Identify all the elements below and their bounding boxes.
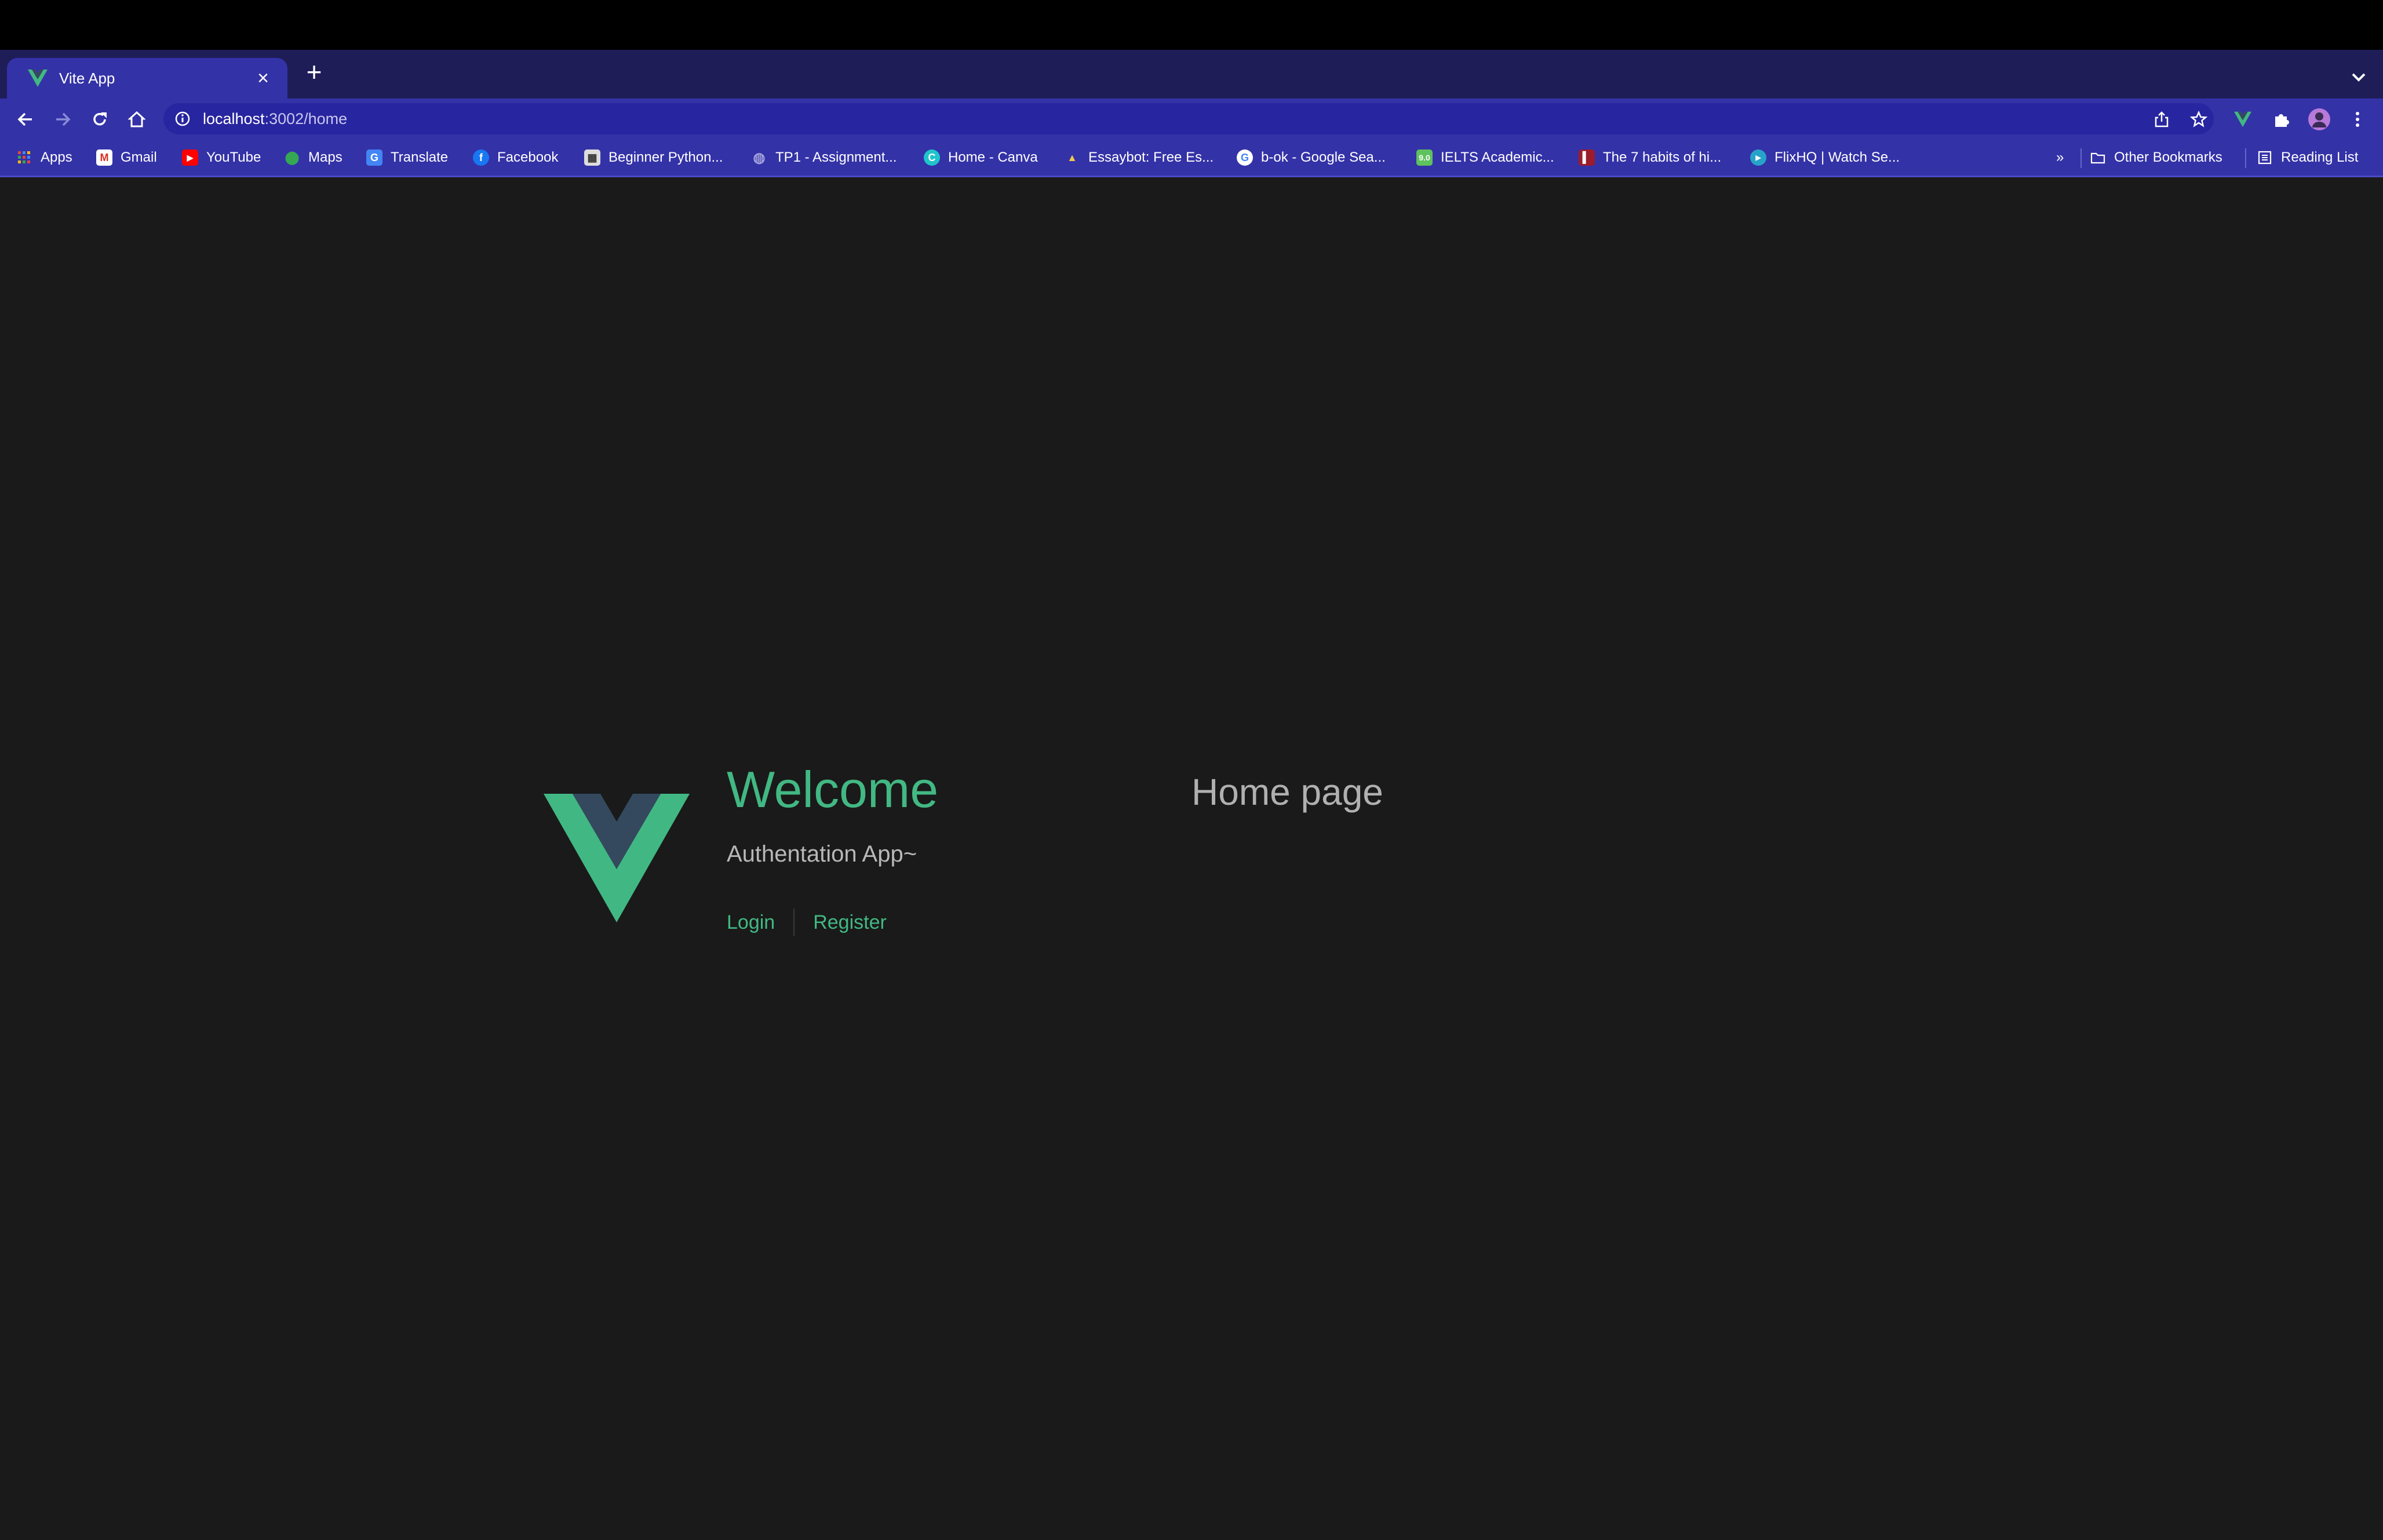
bookmark-tp1-assignment[interactable]: ◍ TP1 - Assignment...	[751, 145, 897, 170]
bookmark-ielts[interactable]: 9.0 IELTS Academic...	[1416, 145, 1554, 170]
bookmark-label: b-ok - Google Sea...	[1261, 149, 1386, 165]
new-tab-button[interactable]: +	[301, 59, 327, 85]
main-nav: Login Register	[727, 908, 887, 936]
url-path: :3002/home	[264, 110, 348, 127]
home-icon	[128, 111, 145, 127]
reading-list-label: Reading List	[2281, 149, 2359, 165]
register-link[interactable]: Register	[813, 908, 887, 936]
bookmark-label: The 7 habits of hi...	[1603, 149, 1722, 165]
ielts-icon: 9.0	[1416, 149, 1433, 166]
bookmarks-divider	[2080, 148, 2082, 168]
bookmark-label: YouTube	[206, 149, 261, 165]
arrow-left-icon	[17, 112, 32, 126]
bookmark-label: Gmail	[121, 149, 157, 165]
app-subtitle: Authentation App~	[727, 841, 917, 867]
avatar	[2308, 108, 2330, 130]
bookmark-flixhq[interactable]: ▶ FlixHQ | Watch Se...	[1750, 145, 1900, 170]
bookmark-7-habits[interactable]: ▍ The 7 habits of hi...	[1579, 145, 1721, 170]
reading-list[interactable]: Reading List	[2257, 145, 2358, 170]
bookmark-maps[interactable]: ⬤ Maps	[284, 145, 342, 170]
bookmark-star-button[interactable]	[2186, 107, 2211, 132]
bookmark-facebook[interactable]: f Facebook	[473, 145, 558, 170]
nav-divider	[793, 908, 795, 936]
os-menu-strip	[0, 0, 2383, 50]
vue-logo	[544, 794, 690, 922]
arrow-right-icon	[56, 112, 71, 126]
vue-devtools-icon	[2234, 111, 2251, 127]
other-bookmarks[interactable]: Other Bookmarks	[2090, 145, 2222, 170]
extensions-button[interactable]	[2268, 107, 2294, 132]
bookmark-label: Home - Canva	[948, 149, 1038, 165]
bookmark-label: Facebook	[497, 149, 559, 165]
bookmark-apps[interactable]: Apps	[16, 145, 72, 170]
bookmark-label: Apps	[41, 149, 72, 165]
back-button[interactable]	[13, 107, 38, 132]
folder-icon	[2090, 152, 2105, 164]
globe-icon: ◍	[753, 149, 766, 166]
bookmark-beginner-python[interactable]: ▦ Beginner Python...	[584, 145, 723, 170]
bookmark-gmail[interactable]: M Gmail	[96, 145, 157, 170]
translate-icon: G	[366, 149, 382, 166]
bookmark-label: Essaybot: Free Es...	[1088, 149, 1214, 165]
flixhq-icon: ▶	[1750, 149, 1766, 166]
browser-menu-button[interactable]	[2345, 107, 2370, 132]
reload-button[interactable]	[87, 107, 112, 132]
url-host: localhost	[203, 110, 265, 127]
youtube-icon: ▶	[182, 149, 198, 166]
login-link[interactable]: Login	[727, 908, 775, 936]
bookmark-canva[interactable]: C Home - Canva	[924, 145, 1038, 170]
share-icon	[2155, 111, 2169, 127]
essaybot-icon: ▲	[1067, 151, 1077, 163]
home-button[interactable]	[124, 107, 150, 132]
canva-icon: C	[924, 149, 940, 166]
bookmark-label: Translate	[391, 149, 449, 165]
vue-devtools-extension[interactable]	[2230, 107, 2256, 132]
kebab-menu-icon	[2356, 112, 2359, 127]
tab-strip: Vite App ×	[0, 50, 2383, 98]
share-button[interactable]	[2149, 107, 2174, 132]
tab-search-chevron-icon[interactable]	[2347, 68, 2370, 86]
apps-grid-icon	[18, 151, 30, 163]
google-icon: G	[1237, 149, 1253, 166]
bookmark-label: Beginner Python...	[608, 149, 723, 165]
reading-list-icon	[2258, 151, 2272, 165]
profile-button[interactable]	[2307, 107, 2332, 132]
bookmark-b-ok-google[interactable]: G b-ok - Google Sea...	[1237, 145, 1386, 170]
welcome-heading: Welcome	[727, 761, 939, 818]
overflow-chevron-icon: »	[2056, 149, 2064, 165]
bookmark-label: IELTS Academic...	[1441, 149, 1554, 165]
reload-icon	[93, 112, 107, 126]
site-info-icon[interactable]	[174, 110, 191, 127]
other-bookmarks-label: Other Bookmarks	[2114, 149, 2222, 165]
bookmark-label: TP1 - Assignment...	[775, 149, 897, 165]
bookmark-label: FlixHQ | Watch Se...	[1775, 149, 1900, 165]
url-text: localhost:3002/home	[203, 110, 347, 128]
forward-button[interactable]	[50, 107, 75, 132]
tab-title: Vite App	[59, 69, 115, 87]
bookmark-essaybot[interactable]: ▲ Essaybot: Free Es...	[1064, 145, 1214, 170]
tab-close-icon[interactable]: ×	[252, 67, 275, 90]
maps-icon: ⬤	[285, 150, 300, 165]
address-bar[interactable]: localhost:3002/home	[163, 103, 2214, 134]
python-icon: ▦	[584, 149, 600, 166]
gmail-icon: M	[96, 149, 112, 166]
page-title: Home page	[1192, 771, 1383, 813]
vue-favicon-icon	[28, 70, 48, 87]
bookmark-label: Maps	[308, 149, 342, 165]
bookmark-youtube[interactable]: ▶ YouTube	[182, 145, 261, 170]
tab-vite-app[interactable]: Vite App ×	[7, 58, 287, 98]
book-icon: ▍	[1579, 149, 1595, 166]
puzzle-piece-icon	[2275, 114, 2289, 127]
facebook-icon: f	[473, 149, 489, 166]
bookmarks-overflow-button[interactable]: »	[2056, 145, 2064, 170]
bookmarks-divider	[2245, 148, 2246, 168]
bookmark-translate[interactable]: G Translate	[366, 145, 448, 170]
star-icon	[2190, 111, 2207, 127]
